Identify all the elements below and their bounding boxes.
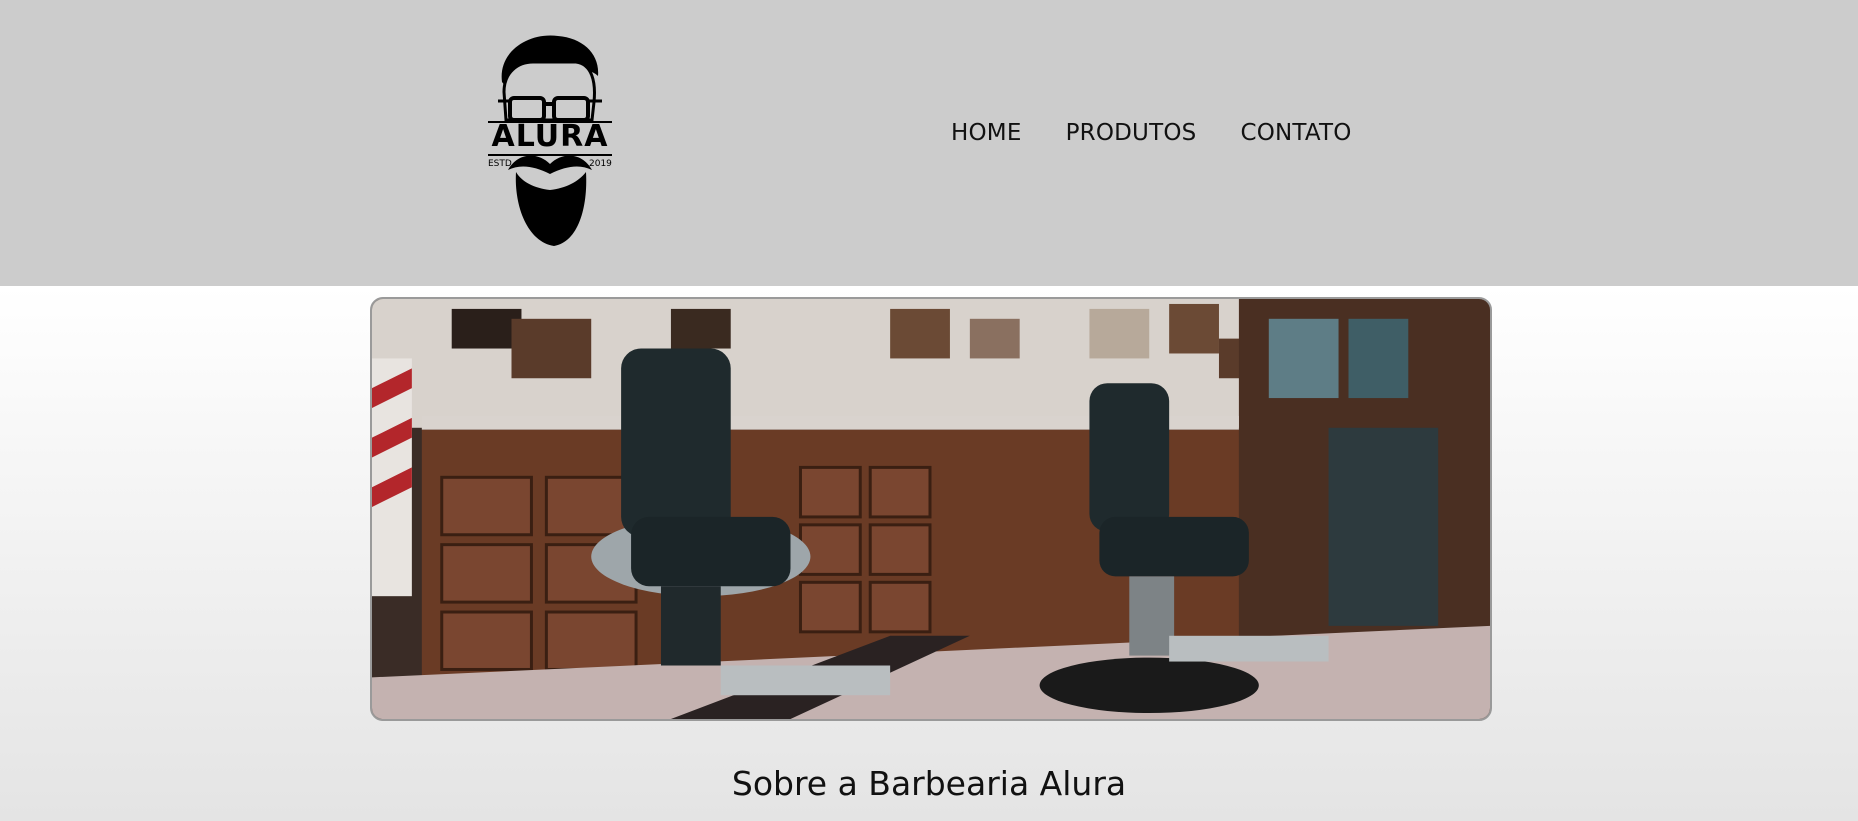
- about-section-title: Sobre a Barbearia Alura: [731, 764, 1127, 803]
- barbershop-photo-icon: [372, 299, 1490, 719]
- logo-estd-text: ESTD: [488, 159, 512, 169]
- logo-wordmark: ALURA: [491, 119, 609, 154]
- main-nav: HOME PRODUTOS CONTATO: [951, 120, 1352, 146]
- site-header: ALURA ESTD 2019 HOME PRODUTOS CONTATO: [0, 0, 1858, 286]
- barbershop-banner-image: [370, 297, 1492, 721]
- nav-home-link[interactable]: HOME: [951, 120, 1022, 146]
- nav-produtos-link[interactable]: PRODUTOS: [1066, 120, 1197, 146]
- nav-contato-link[interactable]: CONTATO: [1240, 120, 1351, 146]
- logo-year-text: 2019: [589, 159, 612, 169]
